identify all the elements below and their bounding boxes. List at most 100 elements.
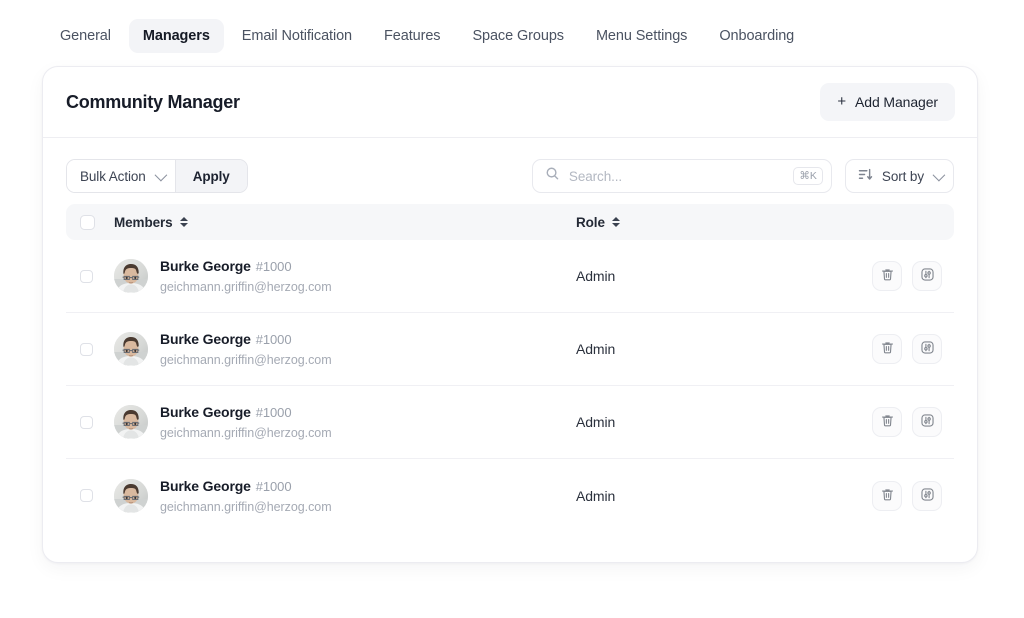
sort-members-icon[interactable]	[179, 216, 188, 228]
row-checkbox[interactable]	[80, 415, 93, 429]
managers-table: Members Role Burke George #1000 geichman…	[43, 204, 977, 562]
member-name-line: Burke George #1000	[160, 404, 332, 422]
column-header-role[interactable]: Role	[576, 215, 838, 230]
search-shortcut-badge: ⌘K	[793, 166, 823, 186]
trash-icon	[880, 267, 895, 285]
community-manager-card: Community Manager + Add Manager Bulk Act…	[42, 66, 978, 563]
tab-managers[interactable]: Managers	[128, 19, 224, 53]
table-row: Burke George #1000 geichmann.griffin@herz…	[66, 313, 954, 386]
tab-space-groups[interactable]: Space Groups	[458, 19, 578, 53]
row-select-cell	[80, 415, 114, 429]
table-body: Burke George #1000 geichmann.griffin@herz…	[66, 240, 954, 532]
table-header-row: Members Role	[66, 204, 954, 240]
table-toolbar: Bulk Action Apply ⌘K	[43, 138, 977, 204]
card-header: Community Manager + Add Manager	[43, 67, 977, 138]
row-actions	[838, 261, 942, 291]
avatar	[114, 332, 148, 366]
row-select-cell	[80, 489, 114, 502]
row-member-cell: Burke George #1000 geichmann.griffin@herz…	[114, 404, 576, 440]
column-header-members-label: Members	[114, 214, 173, 230]
trash-icon	[880, 487, 895, 505]
column-header-role-label: Role	[576, 214, 605, 230]
member-name: Burke George	[160, 404, 251, 420]
member-email: geichmann.griffin@herzog.com	[160, 280, 332, 294]
member-email: geichmann.griffin@herzog.com	[160, 426, 332, 440]
row-role-cell: Admin	[576, 414, 838, 430]
avatar	[114, 478, 148, 513]
page-title: Community Manager	[66, 91, 240, 112]
delete-manager-button[interactable]	[872, 334, 902, 364]
avatar	[114, 259, 148, 293]
delete-manager-button[interactable]	[872, 261, 902, 291]
table-row: Burke George #1000 geichmann.griffin@herz…	[66, 459, 954, 532]
manage-permissions-button[interactable]	[912, 261, 942, 291]
bulk-action-segment: Bulk Action Apply	[66, 159, 248, 193]
row-checkbox[interactable]	[80, 269, 93, 283]
sort-by-button[interactable]: Sort by	[844, 159, 954, 193]
trash-icon	[880, 340, 895, 358]
bulk-action-select[interactable]: Bulk Action	[67, 160, 175, 192]
sort-descending-icon	[858, 167, 873, 185]
tab-onboarding[interactable]: Onboarding	[705, 19, 808, 53]
row-member-cell: Burke George #1000 geichmann.griffin@herz…	[114, 258, 576, 294]
adjustments-icon	[920, 340, 935, 358]
member-name-line: Burke George #1000	[160, 258, 332, 276]
member-name-line: Burke George #1000	[160, 478, 332, 496]
sort-role-icon[interactable]	[611, 216, 620, 228]
delete-manager-button[interactable]	[872, 480, 902, 511]
delete-manager-button[interactable]	[872, 407, 902, 437]
member-info: Burke George #1000 geichmann.griffin@herz…	[114, 258, 332, 294]
member-info: Burke George #1000 geichmann.griffin@herz…	[114, 331, 332, 367]
member-name-line: Burke George #1000	[160, 331, 332, 349]
row-select-cell	[80, 269, 114, 283]
role-value: Admin	[576, 414, 616, 430]
member-name: Burke George	[160, 258, 251, 274]
member-name: Burke George	[160, 477, 251, 494]
row-member-cell: Burke George #1000 geichmann.griffin@herz…	[114, 331, 576, 367]
row-checkbox[interactable]	[80, 342, 93, 356]
row-role-cell: Admin	[576, 341, 838, 357]
chevron-down-icon	[932, 168, 946, 181]
select-all-checkbox[interactable]	[80, 214, 95, 230]
column-header-members[interactable]: Members	[114, 215, 576, 230]
member-info: Burke George #1000 geichmann.griffin@herz…	[114, 404, 332, 440]
search-input[interactable]	[559, 168, 794, 184]
member-id: #1000	[255, 259, 292, 274]
row-checkbox[interactable]	[80, 489, 93, 502]
row-member-cell: Burke George #1000 geichmann.griffin@herz…	[114, 478, 576, 514]
search-box[interactable]: ⌘K	[531, 159, 832, 193]
row-actions	[838, 407, 942, 437]
role-value: Admin	[576, 487, 616, 504]
tab-features[interactable]: Features	[370, 19, 454, 53]
member-text: Burke George #1000 geichmann.griffin@herz…	[160, 331, 332, 367]
chevron-down-icon	[154, 168, 167, 181]
add-manager-button[interactable]: + Add Manager	[820, 83, 955, 121]
member-name: Burke George	[160, 331, 251, 347]
toolbar-right-group: ⌘K Sort by	[531, 159, 954, 193]
row-role-cell: Admin	[576, 488, 838, 504]
manage-permissions-button[interactable]	[912, 480, 942, 511]
table-row: Burke George #1000 geichmann.griffin@herz…	[66, 386, 954, 459]
tab-email-notification[interactable]: Email Notification	[228, 19, 366, 53]
sort-by-label: Sort by	[881, 168, 924, 184]
member-info: Burke George #1000 geichmann.griffin@herz…	[114, 478, 332, 514]
tab-general[interactable]: General	[46, 19, 125, 53]
adjustments-icon	[920, 267, 935, 285]
manage-permissions-button[interactable]	[912, 407, 942, 437]
search-icon	[545, 166, 560, 186]
avatar	[114, 405, 148, 439]
adjustments-icon	[920, 413, 935, 431]
tab-menu-settings[interactable]: Menu Settings	[582, 19, 701, 53]
member-id: #1000	[255, 478, 292, 494]
sort-descending-triangle	[179, 223, 188, 228]
member-text: Burke George #1000 geichmann.griffin@herz…	[160, 258, 332, 294]
plus-icon: +	[837, 93, 847, 110]
row-select-cell	[80, 342, 114, 356]
settings-tab-bar: General Managers Email Notification Feature…	[0, 0, 1024, 56]
manage-permissions-button[interactable]	[912, 334, 942, 364]
add-manager-label: Add Manager	[855, 94, 938, 110]
apply-button[interactable]: Apply	[175, 160, 247, 192]
row-actions	[838, 480, 942, 511]
trash-icon	[880, 413, 895, 431]
row-actions	[838, 334, 942, 364]
